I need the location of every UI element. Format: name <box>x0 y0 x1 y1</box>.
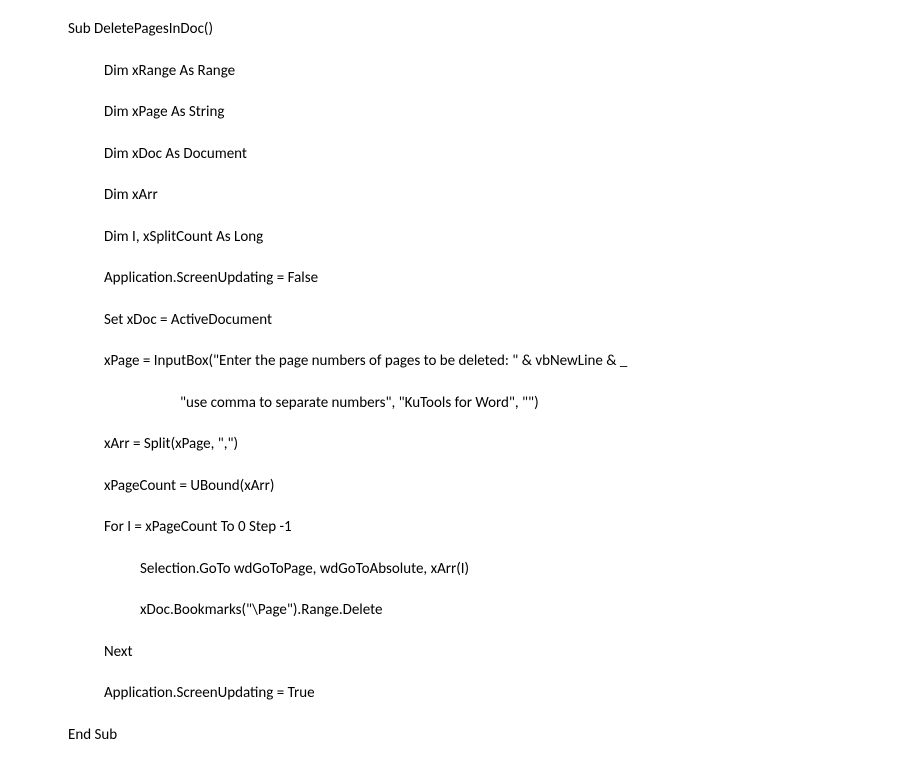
code-line: Dim xPage As String <box>68 103 884 123</box>
code-line: Sub DeletePagesInDoc() <box>68 20 884 40</box>
code-line: End Sub <box>68 726 884 746</box>
code-line: Dim xArr <box>68 186 884 206</box>
code-line: Application.ScreenUpdating = True <box>68 684 884 704</box>
code-line: xDoc.Bookmarks("\Page").Range.Delete <box>68 601 884 621</box>
code-line: Dim I, xSplitCount As Long <box>68 228 884 248</box>
code-line: For I = xPageCount To 0 Step -1 <box>68 518 884 538</box>
code-line: Next <box>68 643 884 663</box>
code-line: "use comma to separate numbers", "KuTool… <box>68 394 884 414</box>
code-line: Application.ScreenUpdating = False <box>68 269 884 289</box>
vba-code-block: Sub DeletePagesInDoc() Dim xRange As Ran… <box>0 0 924 745</box>
code-line: xPageCount = UBound(xArr) <box>68 477 884 497</box>
code-line: xPage = InputBox("Enter the page numbers… <box>68 352 884 372</box>
code-line: Dim xDoc As Document <box>68 145 884 165</box>
code-line: Selection.GoTo wdGoToPage, wdGoToAbsolut… <box>68 560 884 580</box>
code-line: Dim xRange As Range <box>68 62 884 82</box>
code-line: Set xDoc = ActiveDocument <box>68 311 884 331</box>
code-line: xArr = Split(xPage, ",") <box>68 435 884 455</box>
